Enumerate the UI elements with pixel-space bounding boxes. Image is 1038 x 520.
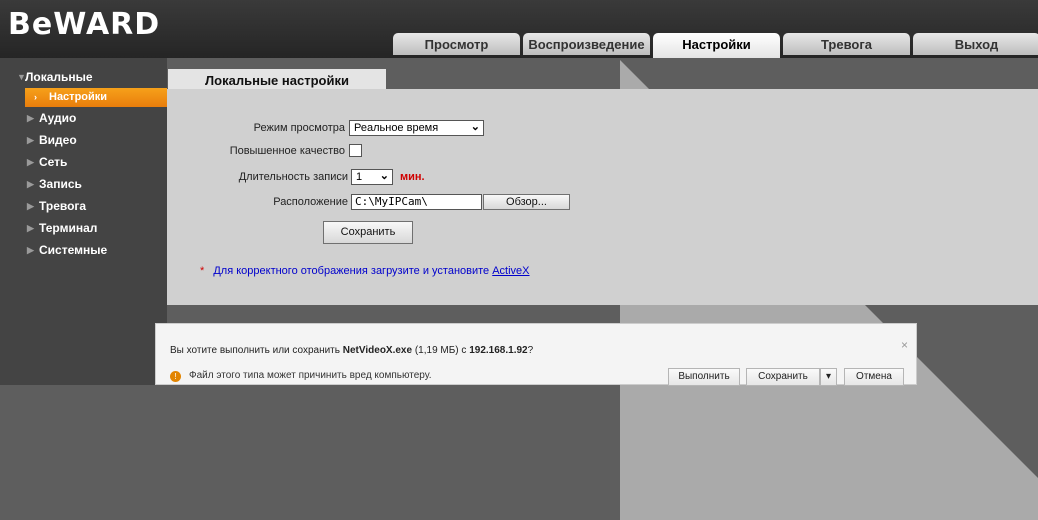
chevron-down-icon: ⌄ bbox=[379, 170, 389, 182]
activex-link[interactable]: ActiveX bbox=[492, 265, 529, 277]
tab-alarm[interactable]: Тревога bbox=[783, 33, 910, 55]
settings-panel: Режим просмотра Реальное время ⌄ Повышен… bbox=[167, 89, 1038, 305]
sidebar: ▼ Локальные › Настройки ▶ Аудио ▶ Видео … bbox=[0, 58, 167, 385]
triangle-right-icon: ▶ bbox=[27, 223, 34, 233]
view-mode-value: Реальное время bbox=[354, 122, 439, 134]
record-duration-select[interactable]: 1 ⌄ bbox=[351, 169, 393, 185]
location-input[interactable]: C:\MyIPCam\ bbox=[351, 194, 482, 210]
sidebar-item-label: Запись bbox=[39, 177, 82, 191]
sidebar-item-settings[interactable]: › Настройки bbox=[25, 88, 167, 107]
triangle-right-icon: ▶ bbox=[27, 113, 34, 123]
triangle-right-icon: ▶ bbox=[27, 179, 34, 189]
record-duration-unit: мин. bbox=[400, 171, 425, 183]
high-quality-checkbox[interactable] bbox=[349, 144, 362, 157]
tab-settings[interactable]: Настройки bbox=[653, 33, 780, 58]
sidebar-item-label: Видео bbox=[39, 133, 77, 147]
beward-logo: BeWARD bbox=[8, 7, 161, 42]
shield-warning-icon: ! bbox=[170, 371, 181, 382]
download-save-button[interactable]: Сохранить bbox=[746, 368, 820, 386]
prompt-end: ? bbox=[527, 345, 534, 356]
content-tab-local-settings[interactable]: Локальные настройки bbox=[168, 69, 386, 90]
view-mode-label: Режим просмотра bbox=[253, 122, 345, 134]
sidebar-item-system[interactable]: ▶ Системные bbox=[0, 239, 167, 261]
sidebar-item-label: Локальные bbox=[25, 70, 93, 84]
sidebar-item-label: Настройки bbox=[49, 91, 108, 103]
sidebar-item-label: Системные bbox=[39, 243, 108, 257]
triangle-right-icon: ▶ bbox=[27, 157, 34, 167]
close-icon[interactable]: × bbox=[901, 338, 908, 352]
sidebar-item-record[interactable]: ▶ Запись bbox=[0, 173, 167, 195]
save-button[interactable]: Сохранить bbox=[323, 221, 413, 244]
run-button[interactable]: Выполнить bbox=[668, 368, 740, 386]
sidebar-item-alarm[interactable]: ▶ Тревога bbox=[0, 195, 167, 217]
download-notification-bar: Вы хотите выполнить или сохранить NetVid… bbox=[155, 323, 917, 386]
main-nav-tabs: Просмотр Воспроизведение Настройки Трево… bbox=[393, 33, 1038, 58]
sidebar-item-label: Аудио bbox=[39, 111, 77, 125]
note-text: Для корректного отображения загрузите и … bbox=[213, 265, 493, 277]
prompt-text: Вы хотите выполнить или сохранить bbox=[170, 345, 343, 356]
sidebar-item-label: Сеть bbox=[39, 155, 68, 169]
sidebar-item-audio[interactable]: ▶ Аудио bbox=[0, 107, 167, 129]
sidebar-item-network[interactable]: ▶ Сеть bbox=[0, 151, 167, 173]
prompt-from: с bbox=[458, 345, 470, 356]
triangle-right-icon: ▶ bbox=[27, 135, 34, 145]
download-file-name: NetVideoX.exe bbox=[342, 345, 413, 356]
high-quality-label: Повышенное качество bbox=[229, 145, 345, 157]
tab-exit[interactable]: Выход bbox=[913, 33, 1038, 55]
view-mode-select[interactable]: Реальное время ⌄ bbox=[349, 120, 484, 136]
sidebar-item-video[interactable]: ▶ Видео bbox=[0, 129, 167, 151]
sidebar-item-terminal[interactable]: ▶ Терминал bbox=[0, 217, 167, 239]
record-duration-label: Длительность записи bbox=[238, 171, 348, 183]
sidebar-item-label: Тревога bbox=[39, 199, 87, 213]
cancel-button[interactable]: Отмена bbox=[844, 368, 904, 386]
chevron-down-icon: ⌄ bbox=[470, 121, 480, 133]
note-asterisk: * bbox=[200, 265, 205, 277]
tab-playback[interactable]: Воспроизведение bbox=[523, 33, 650, 55]
download-prompt: Вы хотите выполнить или сохранить NetVid… bbox=[170, 345, 533, 356]
sidebar-item-local[interactable]: ▼ Локальные bbox=[0, 66, 167, 88]
top-bar: BeWARD Просмотр Воспроизведение Настройк… bbox=[0, 0, 1038, 58]
tab-view[interactable]: Просмотр bbox=[393, 33, 520, 55]
location-label: Расположение bbox=[273, 196, 348, 208]
sidebar-item-label: Терминал bbox=[39, 221, 98, 235]
download-warning: ! Файл этого типа может причинить вред ко… bbox=[170, 370, 432, 382]
browse-button[interactable]: Обзор... bbox=[483, 194, 570, 210]
chevron-right-icon: › bbox=[34, 92, 37, 102]
triangle-right-icon: ▶ bbox=[27, 245, 34, 255]
download-file-size: (1,19 МБ) bbox=[414, 345, 459, 356]
activex-note: * Для корректного отображения загрузите … bbox=[200, 265, 530, 277]
triangle-right-icon: ▶ bbox=[27, 201, 34, 211]
warning-text: Файл этого типа может причинить вред ком… bbox=[189, 370, 432, 381]
save-dropdown-button[interactable]: ▾ bbox=[820, 368, 837, 386]
download-host: 192.168.1.92 bbox=[469, 345, 528, 356]
record-duration-value: 1 bbox=[356, 171, 363, 183]
